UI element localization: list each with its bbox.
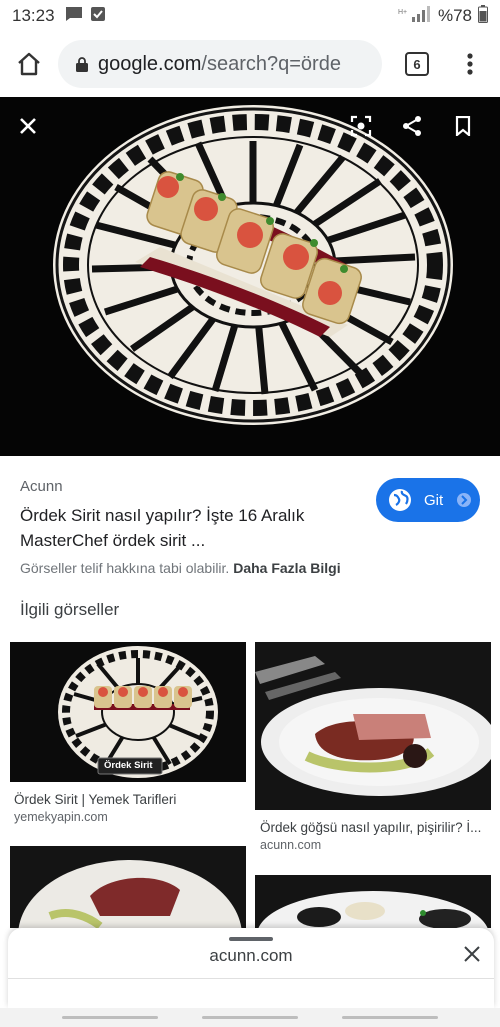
notification-icon <box>90 6 105 26</box>
arrow-icon <box>457 493 472 507</box>
browser-toolbar: google.com/search?q=örde 6 <box>0 32 500 96</box>
visit-button[interactable]: Git <box>376 478 480 522</box>
related-source: yemekyapin.com <box>14 810 108 824</box>
lens-button[interactable] <box>346 111 376 141</box>
bottom-sheet[interactable]: acunn.com <box>8 928 494 1008</box>
battery-level: %78 <box>437 6 472 25</box>
dish-photo <box>53 105 453 425</box>
globe-icon <box>388 488 412 512</box>
visit-label: Git <box>424 491 444 509</box>
share-icon <box>403 116 421 136</box>
url-text: google.com/search?q=örde <box>98 53 341 76</box>
duck-plate-thumbnail <box>10 846 246 928</box>
related-caption[interactable]: Ördek Sirit | Yemek Tarifleri <box>14 792 244 807</box>
bookmark-icon <box>455 116 471 136</box>
message-icon <box>65 6 83 27</box>
related-image[interactable] <box>255 642 491 810</box>
sheet-drag-handle[interactable] <box>229 937 273 941</box>
close-icon <box>20 118 36 134</box>
thumb-overlay-text: Ördek Sirit <box>104 760 153 771</box>
battery-icon <box>478 4 488 28</box>
tab-switcher-button[interactable]: 6 <box>386 32 448 96</box>
tab-count: 6 <box>405 52 429 76</box>
close-icon <box>464 946 480 962</box>
copyright-notice: Görseller telif hakkına tabi olabilir. D… <box>20 560 341 576</box>
related-heading: İlgili görseller <box>20 600 120 619</box>
related-caption[interactable]: Ördek göğsü nasıl yapılır, pişirilir? İ.… <box>260 820 490 835</box>
home-button[interactable] <box>0 32 58 96</box>
address-bar[interactable]: google.com/search?q=örde <box>58 40 382 88</box>
lens-icon <box>350 115 372 137</box>
duck-breast-thumbnail <box>255 642 491 810</box>
status-bar: 13:23 H+ %78 <box>0 0 500 32</box>
url-domain: google.com <box>98 52 202 75</box>
preview-image[interactable] <box>0 97 500 456</box>
nav-home-indicator[interactable] <box>202 1016 298 1019</box>
more-vert-icon <box>467 53 473 75</box>
sheet-close-button[interactable] <box>464 946 480 962</box>
url-path: /search?q=örde <box>201 52 341 75</box>
system-navigation-bar <box>0 1008 500 1027</box>
save-button[interactable] <box>448 111 478 141</box>
menu-button[interactable] <box>448 32 492 96</box>
nav-back-indicator[interactable] <box>62 1016 158 1019</box>
copyright-text: Görseller telif hakkına tabi olabilir. <box>20 560 230 576</box>
home-icon <box>18 52 40 76</box>
related-image[interactable] <box>10 846 246 928</box>
more-info-link[interactable]: Daha Fazla Bilgi <box>233 560 340 576</box>
status-time: 13:23 <box>12 6 55 25</box>
signal-icon: H+ <box>398 5 432 27</box>
related-image[interactable] <box>255 875 491 928</box>
svg-text:H+: H+ <box>398 9 407 16</box>
lock-icon <box>76 56 88 72</box>
sheet-domain: acunn.com <box>209 946 293 965</box>
result-title[interactable]: Ördek Sirit nasıl yapılır? İşte 16 Aralı… <box>20 503 340 553</box>
seafood-plate-thumbnail <box>255 875 491 928</box>
related-image[interactable]: Ördek Sirit <box>10 642 246 782</box>
related-source: acunn.com <box>260 838 322 852</box>
share-button[interactable] <box>397 111 427 141</box>
close-preview-button[interactable] <box>13 111 43 141</box>
result-source: Acunn <box>20 478 63 495</box>
result-info: Acunn Ördek Sirit nasıl yapılır? İşte 16… <box>0 456 500 590</box>
sheet-divider <box>8 978 494 979</box>
nav-recent-indicator[interactable] <box>342 1016 438 1019</box>
